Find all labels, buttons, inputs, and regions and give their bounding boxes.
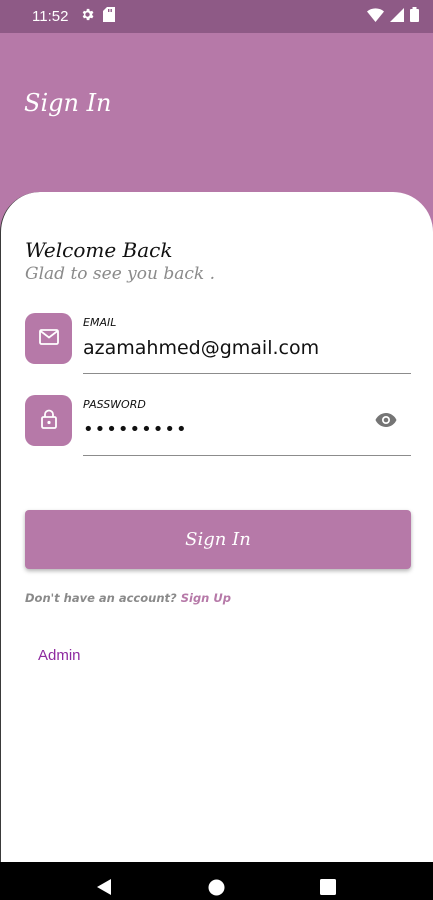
email-underline: [83, 373, 411, 374]
lock-icon: [40, 409, 57, 433]
wifi-icon: [367, 7, 384, 26]
gear-icon: [80, 7, 95, 26]
signup-question: Don't have an account?: [25, 591, 177, 605]
navigation-bar: [0, 862, 433, 900]
eye-icon[interactable]: [375, 412, 397, 432]
sd-card-icon: [103, 7, 116, 26]
login-card: Welcome Back Glad to see you back . EMAI…: [0, 192, 433, 862]
sign-up-link[interactable]: Sign Up: [181, 591, 231, 605]
page-title: Sign In: [24, 89, 112, 117]
status-time: 11:52: [32, 8, 69, 25]
welcome-subtitle: Glad to see you back .: [25, 264, 215, 284]
password-underline: [83, 455, 411, 456]
signup-row: Don't have an account? Sign Up: [25, 591, 231, 605]
password-field[interactable]: PASSWORD •••••••••: [25, 395, 411, 459]
home-icon[interactable]: [208, 879, 225, 900]
status-bar: 11:52: [0, 0, 433, 33]
sign-in-button[interactable]: Sign In: [25, 510, 411, 569]
recents-icon[interactable]: [320, 879, 336, 899]
admin-link[interactable]: Admin: [38, 647, 81, 664]
signal-icon: [390, 7, 404, 26]
mail-icon: [38, 328, 59, 349]
battery-icon: [410, 7, 419, 26]
password-input[interactable]: •••••••••: [83, 419, 188, 440]
lock-icon-box: [25, 395, 72, 446]
welcome-title: Welcome Back: [25, 238, 173, 262]
back-icon[interactable]: [96, 879, 112, 899]
email-input[interactable]: azamahmed@gmail.com: [83, 337, 319, 359]
email-label: EMAIL: [83, 316, 117, 329]
mail-icon-box: [25, 313, 72, 364]
email-field[interactable]: EMAIL azamahmed@gmail.com: [25, 313, 411, 377]
password-label: PASSWORD: [83, 398, 146, 411]
